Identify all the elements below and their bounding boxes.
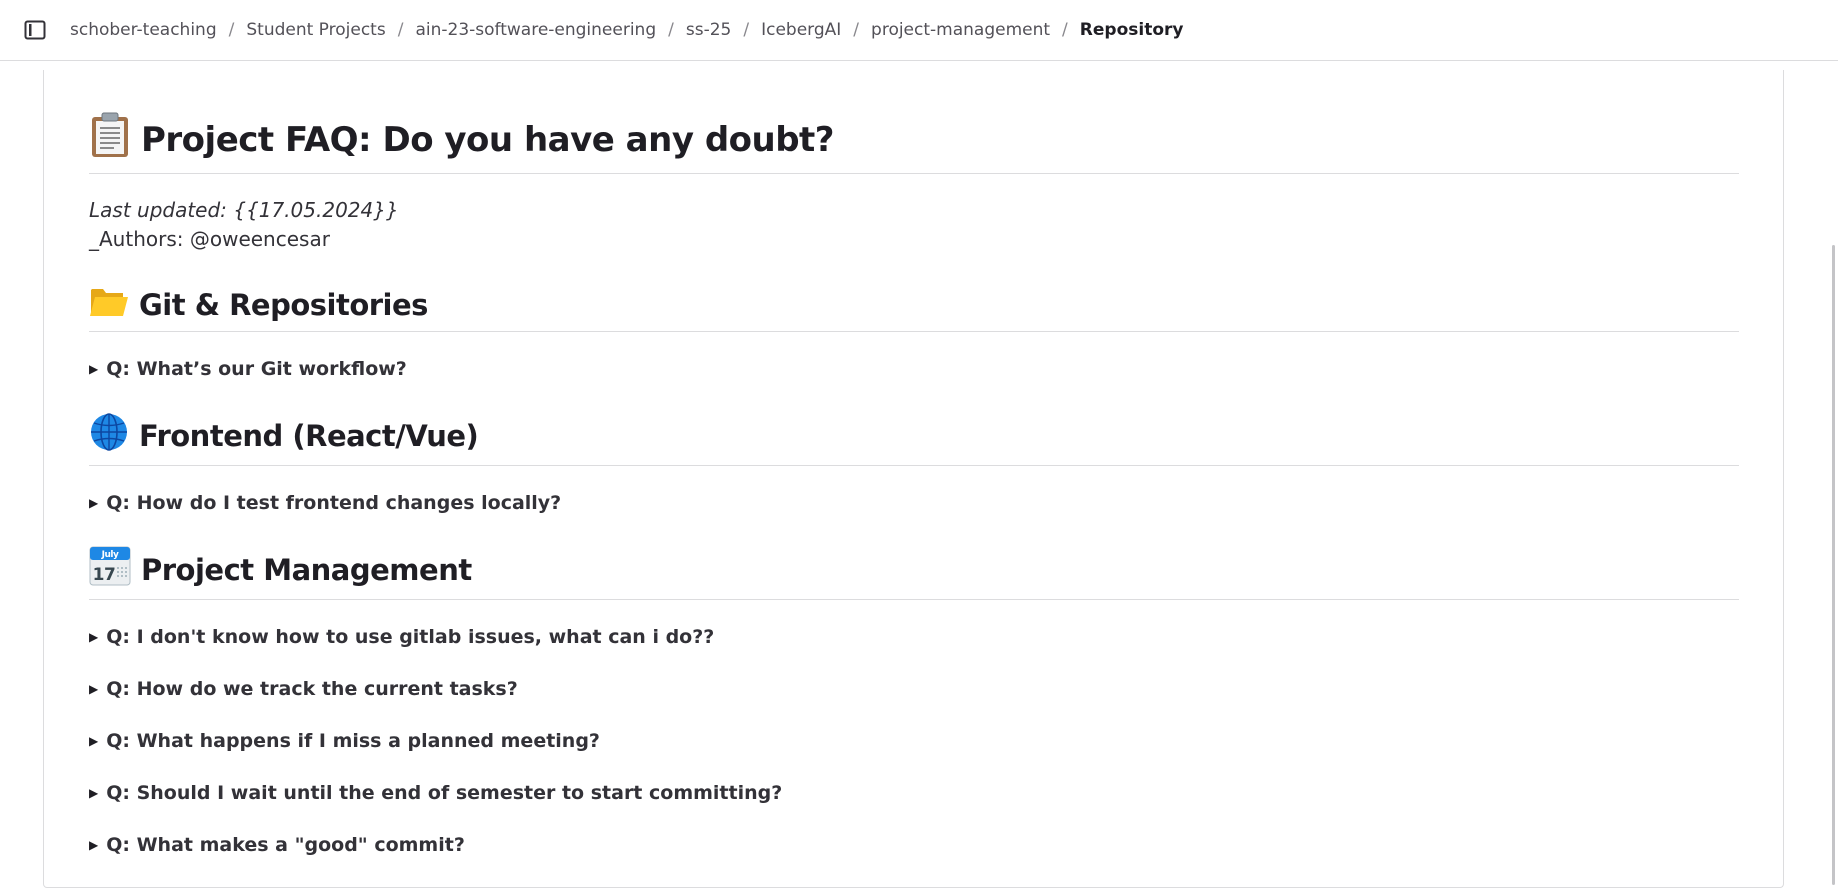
sidebar-toggle-icon[interactable] xyxy=(24,20,46,40)
faq-question[interactable]: ▶ Q: How do we track the current tasks? xyxy=(89,676,1739,702)
disclosure-triangle-icon: ▶ xyxy=(89,630,99,644)
breadcrumb-item-project-management[interactable]: project-management xyxy=(871,20,1050,40)
disclosure-triangle-icon: ▶ xyxy=(89,682,99,696)
faq-question-text: Q: What happens if I miss a planned meet… xyxy=(106,730,600,752)
faq-question-text: Q: How do we track the current tasks? xyxy=(106,678,518,700)
top-bar: schober-teaching / Student Projects / ai… xyxy=(0,0,1838,61)
faq-list: ▶ Q: I don't know how to use gitlab issu… xyxy=(89,624,1739,858)
authors: _Authors: @oweencesar xyxy=(89,227,330,251)
faq-question-text: Q: How do I test frontend changes locall… xyxy=(106,492,562,514)
section-title: Project Management xyxy=(141,552,472,587)
breadcrumb-item-student-projects[interactable]: Student Projects xyxy=(246,20,385,40)
faq-question[interactable]: ▶ Q: Should I wait until the end of seme… xyxy=(89,780,1739,806)
breadcrumb-separator: / xyxy=(743,20,750,40)
page-title-text: Project FAQ: Do you have any doubt? xyxy=(141,119,835,160)
calendar-icon: July 17 xyxy=(89,546,131,593)
faq-question[interactable]: ▶ Q: How do I test frontend changes loca… xyxy=(89,490,1739,516)
faq-question[interactable]: ▶ Q: What happens if I miss a planned me… xyxy=(89,728,1739,754)
breadcrumb-separator: / xyxy=(668,20,674,40)
faq-question[interactable]: ▶ Q: What makes a "good" commit? xyxy=(89,832,1739,858)
breadcrumb-item-schober-teaching[interactable]: schober-teaching xyxy=(70,20,217,40)
section-heading-project-management: July 17 Project Management xyxy=(89,546,1739,600)
doc-meta: Last updated: {{17.05.2024}} _Authors: @… xyxy=(89,196,1739,254)
section-title: Frontend (React/Vue) xyxy=(139,418,479,453)
section-title: Git & Repositories xyxy=(139,287,428,322)
breadcrumb-current: Repository xyxy=(1079,20,1184,40)
clipboard-icon xyxy=(89,112,131,167)
folder-icon xyxy=(89,284,129,325)
breadcrumb-item-ain-23[interactable]: ain-23-software-engineering xyxy=(415,20,656,40)
disclosure-triangle-icon: ▶ xyxy=(89,786,99,800)
faq-question-text: Q: What’s our Git workflow? xyxy=(106,358,407,380)
last-updated: Last updated: {{17.05.2024}} xyxy=(89,198,399,222)
breadcrumb-separator: / xyxy=(397,20,404,40)
disclosure-triangle-icon: ▶ xyxy=(89,362,99,376)
calendar-month: July xyxy=(101,550,119,560)
breadcrumb-separator: / xyxy=(853,20,860,40)
faq-question-text: Q: Should I wait until the end of semest… xyxy=(106,782,783,804)
breadcrumb-item-ss-25[interactable]: ss-25 xyxy=(686,20,731,40)
disclosure-triangle-icon: ▶ xyxy=(89,838,99,852)
section-heading-git: Git & Repositories xyxy=(89,284,1739,332)
breadcrumb-item-icebergai[interactable]: IcebergAI xyxy=(761,20,841,40)
breadcrumb: schober-teaching / Student Projects / ai… xyxy=(70,20,1183,40)
page-title: Project FAQ: Do you have any doubt? xyxy=(89,112,1739,174)
breadcrumb-separator: / xyxy=(228,20,235,40)
calendar-day: 17 xyxy=(93,565,116,585)
scrollbar[interactable] xyxy=(1832,245,1835,885)
globe-icon xyxy=(89,412,129,459)
disclosure-triangle-icon: ▶ xyxy=(89,496,99,510)
faq-question[interactable]: ▶ Q: I don't know how to use gitlab issu… xyxy=(89,624,1739,650)
readme-content: Project FAQ: Do you have any doubt? Last… xyxy=(89,70,1739,858)
disclosure-triangle-icon: ▶ xyxy=(89,734,99,748)
section-heading-frontend: Frontend (React/Vue) xyxy=(89,412,1739,466)
faq-question-text: Q: What makes a "good" commit? xyxy=(106,834,465,856)
faq-question-text: Q: I don't know how to use gitlab issues… xyxy=(106,626,715,648)
breadcrumb-separator: / xyxy=(1062,20,1068,40)
faq-question[interactable]: ▶ Q: What’s our Git workflow? xyxy=(89,356,1739,382)
